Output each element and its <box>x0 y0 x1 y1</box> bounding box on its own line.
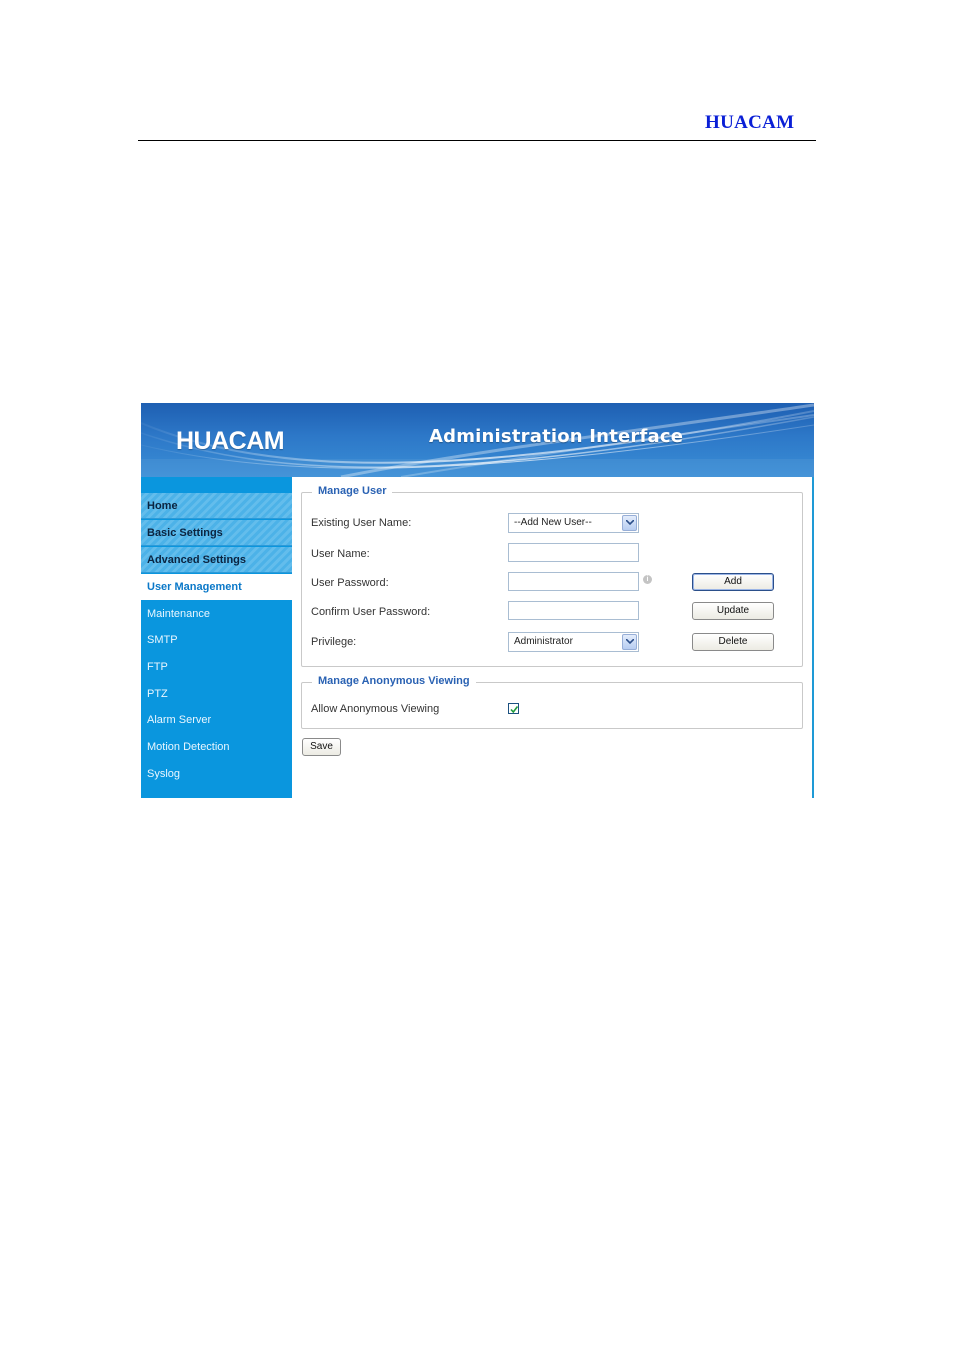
sidebar-item-motion-detection[interactable]: Motion Detection <box>141 734 292 760</box>
user-password-input[interactable] <box>508 572 639 591</box>
confirm-password-label: Confirm User Password: <box>311 606 431 618</box>
header-rule <box>138 140 816 141</box>
sidebar-item-advanced-settings[interactable]: Advanced Settings <box>141 547 292 573</box>
user-name-input[interactable] <box>508 543 639 562</box>
chevron-down-icon[interactable] <box>622 634 637 650</box>
existing-user-select[interactable]: --Add New User-- <box>508 513 639 533</box>
privilege-select[interactable]: Administrator <box>508 632 639 652</box>
sidebar-item-ftp[interactable]: FTP <box>141 654 292 680</box>
sidebar-item-smtp[interactable]: SMTP <box>141 627 292 653</box>
content-border <box>812 477 814 798</box>
save-button[interactable]: Save <box>302 738 341 756</box>
sidebar-item-maintenance[interactable]: Maintenance <box>141 601 292 627</box>
sidebar-item-ptz[interactable]: PTZ <box>141 681 292 707</box>
banner: HUACAM Administration Interface <box>141 403 814 477</box>
sidebar-item-home[interactable]: Home <box>141 493 292 519</box>
update-button[interactable]: Update <box>692 602 774 620</box>
sidebar-item-basic-settings[interactable]: Basic Settings <box>141 520 292 546</box>
info-icon[interactable]: i <box>643 575 652 584</box>
privilege-label: Privilege: <box>311 636 357 648</box>
delete-button[interactable]: Delete <box>692 633 774 651</box>
banner-logo: HUACAM <box>176 427 285 455</box>
chevron-down-icon[interactable] <box>622 515 637 531</box>
allow-anonymous-label: Allow Anonymous Viewing <box>311 703 440 715</box>
banner-title: Administration Interface <box>429 426 684 447</box>
user-password-label: User Password: <box>311 577 389 589</box>
checkmark-icon <box>510 706 519 714</box>
user-name-label: User Name: <box>311 548 370 560</box>
confirm-password-input[interactable] <box>508 601 639 620</box>
sidebar: Home Basic Settings Advanced Settings Us… <box>141 477 292 798</box>
manage-user-legend: Manage User <box>312 485 393 497</box>
existing-user-value: --Add New User-- <box>514 517 592 528</box>
anonymous-legend: Manage Anonymous Viewing <box>312 675 476 687</box>
admin-screenshot: HUACAM Administration Interface Home Bas… <box>141 403 814 798</box>
sidebar-item-alarm-server[interactable]: Alarm Server <box>141 707 292 733</box>
document-brand: HUACAM <box>705 112 795 133</box>
sidebar-item-user-management[interactable]: User Management <box>141 574 292 600</box>
add-button[interactable]: Add <box>692 573 774 591</box>
existing-user-label: Existing User Name: <box>311 517 412 529</box>
sidebar-item-syslog[interactable]: Syslog <box>141 761 292 787</box>
privilege-value: Administrator <box>514 636 573 647</box>
allow-anonymous-checkbox[interactable] <box>508 703 519 714</box>
